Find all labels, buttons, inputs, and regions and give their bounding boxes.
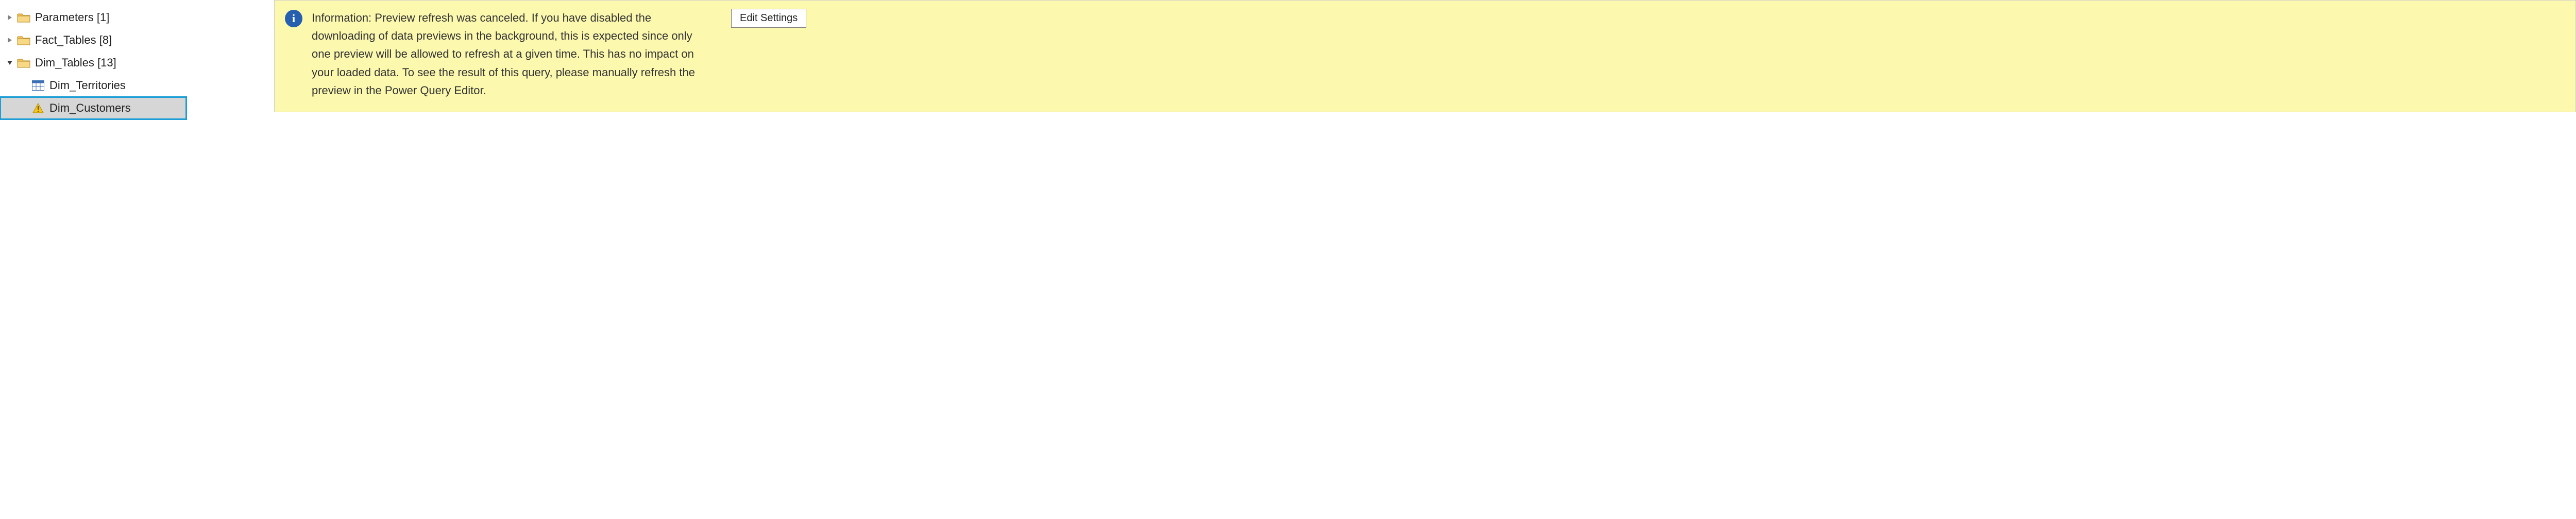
folder-icon (16, 12, 31, 23)
tree-folder-label: Dim_Tables [13] (35, 56, 116, 70)
warning-icon (31, 102, 45, 114)
tree-item-label: Dim_Territories (49, 79, 126, 92)
tree-folder-dim-tables[interactable]: Dim_Tables [13] (0, 51, 187, 74)
tree-folder-parameters[interactable]: Parameters [1] (0, 6, 187, 29)
query-tree-panel: Parameters [1] Fact_Tables [8] (0, 0, 187, 119)
table-icon (31, 80, 45, 91)
edit-settings-button[interactable]: Edit Settings (731, 9, 806, 28)
tree-folder-label: Parameters [1] (35, 11, 109, 24)
tree-item-label: Dim_Customers (49, 101, 131, 115)
folder-icon (16, 34, 31, 46)
info-icon: i (285, 10, 302, 27)
tree-item-dim-territories[interactable]: Dim_Territories (0, 74, 187, 97)
info-message: Information: Preview refresh was cancele… (312, 9, 724, 99)
info-icon-wrap: i (283, 9, 304, 27)
chevron-down-icon[interactable] (5, 60, 14, 65)
folder-icon (16, 57, 31, 68)
app-root: Parameters [1] Fact_Tables [8] (0, 0, 2576, 119)
info-notice-panel: i Information: Preview refresh was cance… (274, 0, 2576, 112)
tree-folder-label: Fact_Tables [8] (35, 33, 112, 47)
tree-item-dim-customers[interactable]: Dim_Customers (0, 97, 187, 119)
tree-folder-fact-tables[interactable]: Fact_Tables [8] (0, 29, 187, 51)
chevron-right-icon[interactable] (5, 37, 14, 43)
chevron-right-icon[interactable] (5, 14, 14, 21)
